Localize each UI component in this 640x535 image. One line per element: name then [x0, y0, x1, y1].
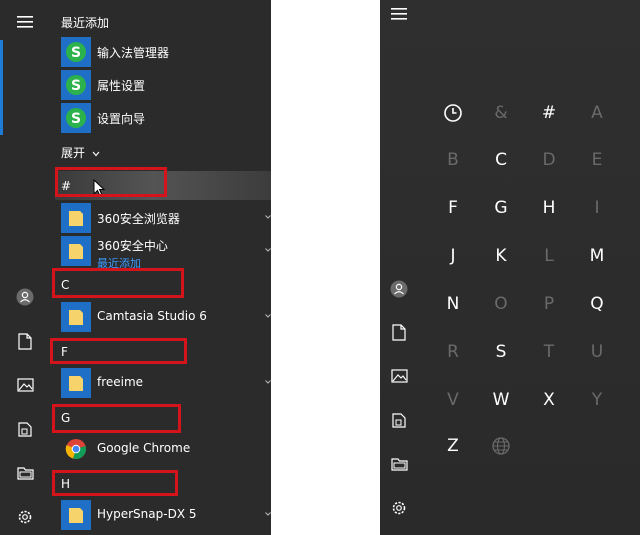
- sogou-icon: S: [61, 37, 91, 67]
- app-item-ime-manager[interactable]: S 输入法管理器: [61, 37, 266, 67]
- pictures-icon[interactable]: [13, 373, 37, 397]
- document-icon[interactable]: [387, 320, 411, 344]
- folder-tile-icon: [61, 236, 91, 266]
- explorer-icon[interactable]: [387, 408, 411, 432]
- letter-jump-&: &: [494, 103, 508, 123]
- letter-jump-N[interactable]: N: [433, 289, 473, 319]
- sogou-icon: S: [61, 103, 91, 133]
- expand-button[interactable]: 展开: [61, 144, 100, 161]
- chevron-down-icon[interactable]: [265, 511, 271, 517]
- highlight-box-g: [52, 404, 181, 433]
- svg-text:S: S: [71, 45, 81, 61]
- globe-icon: [481, 431, 521, 461]
- app-name: 属性设置: [97, 79, 146, 93]
- letter-jump-B: B: [447, 150, 459, 170]
- app-item-freeime[interactable]: freeime: [61, 368, 266, 398]
- svg-text:S: S: [71, 111, 81, 127]
- start-menu-app-list: 最近添加 S 输入法管理器 S 属性设置 S 设置向导 展开 # 360安全浏览…: [0, 0, 271, 535]
- letter-jump-S[interactable]: S: [481, 337, 521, 367]
- letter-jump-R: R: [447, 342, 459, 362]
- sogou-icon: S: [61, 70, 91, 100]
- user-icon[interactable]: [13, 285, 37, 309]
- app-item-properties[interactable]: S 属性设置: [61, 70, 266, 100]
- folder-icon[interactable]: [387, 452, 411, 476]
- start-menu-letter-grid: & # A B C D E F G H I J K L M N O P Q R S T U V W X Y Z: [380, 0, 640, 535]
- app-name: 设置向导: [97, 112, 146, 126]
- hamburger-icon[interactable]: [387, 2, 411, 26]
- pictures-icon[interactable]: [387, 364, 411, 388]
- chevron-down-icon[interactable]: [265, 313, 271, 319]
- letter-jump-H[interactable]: H: [529, 193, 569, 223]
- highlight-box-c: [52, 268, 184, 298]
- app-name: Google Chrome: [97, 441, 191, 455]
- folder-tile-icon: [61, 203, 91, 233]
- letter-jump-J[interactable]: J: [433, 241, 473, 271]
- hamburger-icon[interactable]: [13, 10, 37, 34]
- app-item-360-security[interactable]: 360安全中心 最近添加: [61, 236, 266, 270]
- letter-jump-#[interactable]: #: [529, 98, 569, 128]
- letter-jump-E: E: [591, 150, 603, 170]
- letter-jump-C[interactable]: C: [481, 145, 521, 175]
- gear-icon[interactable]: [13, 505, 37, 529]
- chrome-icon: [61, 434, 91, 464]
- letter-jump-T: T: [543, 342, 555, 362]
- folder-tile-icon: [61, 368, 91, 398]
- chevron-down-icon[interactable]: [265, 379, 271, 385]
- letter-jump-F[interactable]: F: [433, 193, 473, 223]
- letter-jump-X[interactable]: X: [529, 385, 569, 415]
- recent-title: 最近添加: [61, 16, 110, 30]
- document-icon[interactable]: [13, 329, 37, 353]
- highlight-box-h: [52, 470, 178, 496]
- app-item-hypersnap[interactable]: HyperSnap-DX 5: [61, 500, 266, 530]
- letter-jump-U: U: [590, 342, 604, 362]
- folder-icon[interactable]: [13, 461, 37, 485]
- letter-jump-A: A: [591, 103, 603, 123]
- letter-jump-I: I: [594, 198, 600, 218]
- highlight-box-f: [50, 338, 187, 364]
- chevron-down-icon[interactable]: [265, 214, 271, 220]
- letter-jump-G[interactable]: G: [481, 193, 521, 223]
- app-name: HyperSnap-DX 5: [97, 507, 197, 521]
- letter-jump-M[interactable]: M: [577, 241, 617, 271]
- chevron-down-icon[interactable]: [265, 247, 271, 253]
- letter-jump-W[interactable]: W: [481, 385, 521, 415]
- app-name: 360安全中心: [97, 239, 168, 253]
- app-name: 输入法管理器: [97, 46, 170, 60]
- letter-jump-D: D: [542, 150, 556, 170]
- rail-accent-bar: [0, 40, 3, 135]
- app-item-360-browser[interactable]: 360安全浏览器: [61, 203, 266, 233]
- svg-text:S: S: [71, 78, 81, 94]
- app-name: freeime: [97, 375, 144, 389]
- app-item-camtasia[interactable]: Camtasia Studio 6: [61, 302, 266, 332]
- clock-icon[interactable]: [433, 98, 473, 128]
- letter-jump-K[interactable]: K: [481, 241, 521, 271]
- chevron-down-icon: [92, 151, 100, 157]
- gear-icon[interactable]: [387, 496, 411, 520]
- letter-jump-L: L: [544, 246, 554, 266]
- left-rail: [0, 0, 50, 535]
- app-name: 360安全浏览器: [97, 212, 180, 226]
- letter-jump-Q[interactable]: Q: [577, 289, 617, 319]
- expand-label: 展开: [61, 146, 86, 160]
- app-item-setup-wizard[interactable]: S 设置向导: [61, 103, 266, 133]
- user-icon[interactable]: [387, 277, 411, 301]
- letter-jump-O: O: [494, 294, 508, 314]
- letter-jump-Z[interactable]: Z: [433, 431, 473, 461]
- app-item-google-chrome[interactable]: Google Chrome: [61, 434, 266, 464]
- letter-jump-V: V: [447, 390, 459, 410]
- app-name: Camtasia Studio 6: [97, 309, 207, 323]
- letter-jump-Y: Y: [591, 390, 603, 410]
- folder-tile-icon: [61, 302, 91, 332]
- explorer-icon[interactable]: [13, 417, 37, 441]
- highlight-box-hash: [55, 167, 167, 197]
- folder-tile-icon: [61, 500, 91, 530]
- letter-jump-P: P: [543, 294, 555, 314]
